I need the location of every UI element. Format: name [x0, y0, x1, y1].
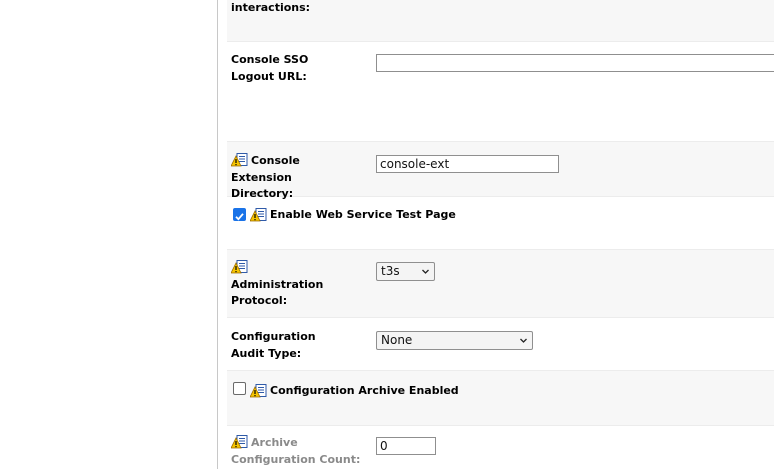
audit-type-select[interactable]: None: [376, 331, 533, 350]
interactions-label: interactions:: [231, 1, 311, 14]
admin-protocol-label: Administration Protocol:: [231, 260, 341, 310]
audit-type-label: Configuration Audit Type:: [231, 330, 316, 360]
archive-count-input[interactable]: [376, 437, 436, 455]
row-archive-enabled: Configuration Archive Enabled: [227, 371, 774, 426]
left-navigation-panel: [0, 0, 218, 469]
archive-enabled-checkbox[interactable]: [233, 382, 246, 395]
row-sso-logout: Console SSO Logout URL:: [227, 42, 774, 142]
row-interactions: interactions:: [227, 0, 774, 42]
chevron-down-icon: [520, 338, 527, 343]
row-archive-count: Archive Configuration Count:: [227, 426, 774, 469]
row-admin-protocol: Administration Protocol: t3s: [227, 250, 774, 318]
admin-protocol-text: Administration Protocol:: [231, 277, 324, 308]
admin-protocol-value: t3s: [381, 264, 400, 278]
sso-logout-label: Console SSO Logout URL:: [231, 53, 309, 83]
web-service-test-label: Enable Web Service Test Page: [270, 208, 456, 221]
row-web-service-test: Enable Web Service Test Page: [227, 197, 774, 250]
row-extension-directory: Console Extension Directory:: [227, 142, 774, 200]
warning-config-icon: [231, 435, 248, 449]
warning-config-icon: [231, 153, 248, 167]
settings-form: interactions: Console SSO Logout URL: Co…: [218, 0, 774, 469]
warning-config-icon: [231, 260, 248, 274]
web-service-test-checkbox[interactable]: [233, 208, 246, 221]
archive-count-label: Archive Configuration Count:: [231, 435, 371, 468]
row-audit-type: Configuration Audit Type: None: [227, 318, 774, 371]
audit-type-value: None: [381, 333, 413, 347]
chevron-down-icon: [422, 269, 429, 274]
checkmark-icon: [235, 213, 244, 221]
admin-protocol-select[interactable]: t3s: [376, 262, 435, 281]
archive-enabled-label: Configuration Archive Enabled: [270, 384, 459, 397]
warning-config-icon: [250, 208, 267, 222]
extension-directory-label: Console Extension Directory:: [231, 153, 357, 203]
warning-config-icon: [250, 384, 267, 398]
sso-logout-url-input[interactable]: [376, 54, 774, 72]
archive-count-text: Archive Configuration Count:: [231, 436, 361, 466]
extension-directory-input[interactable]: [376, 155, 559, 173]
